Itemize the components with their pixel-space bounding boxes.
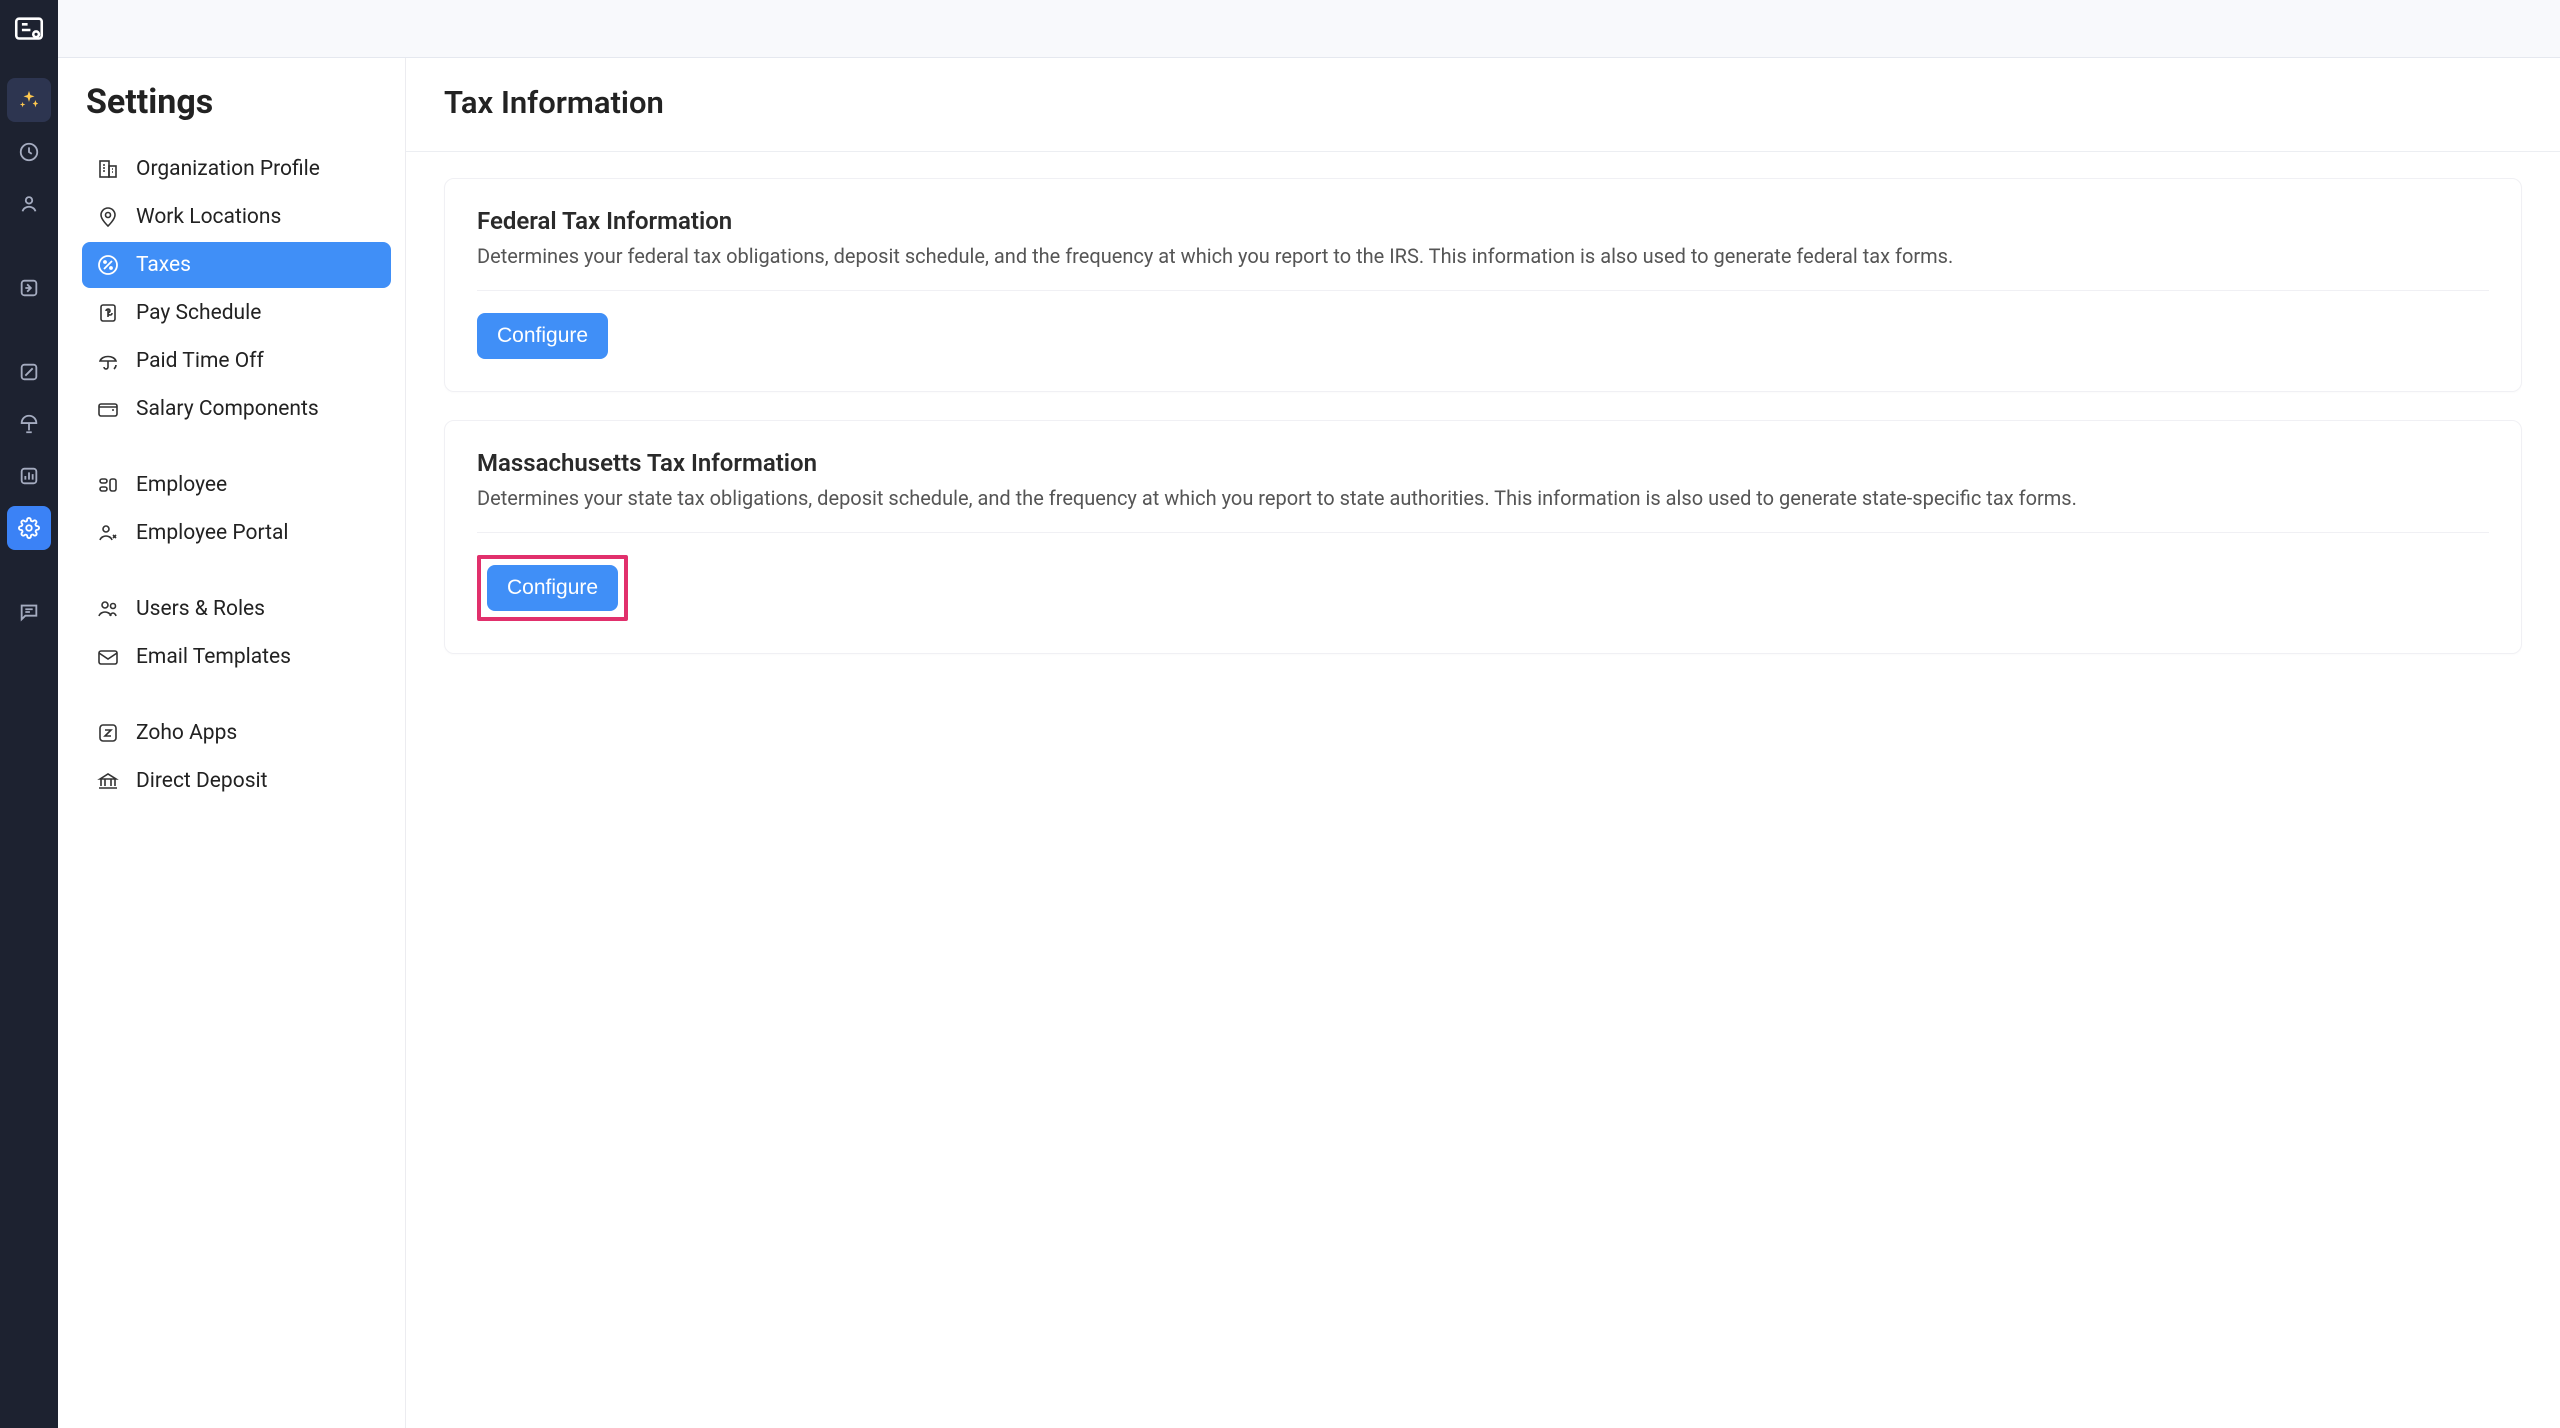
- sidebar-item-salary-components[interactable]: Salary Components: [82, 386, 391, 432]
- card-description: Determines your state tax obligations, d…: [477, 485, 2489, 533]
- sidebar-item-label: Email Templates: [136, 645, 291, 669]
- content-area: Tax Information Federal Tax Information …: [406, 58, 2560, 1428]
- highlight-annotation: Configure: [477, 555, 628, 621]
- card-description: Determines your federal tax obligations,…: [477, 243, 2489, 291]
- sidebar-item-zoho-apps[interactable]: Zoho Apps: [82, 710, 391, 756]
- top-header: [58, 0, 2560, 58]
- sidebar-item-organization-profile[interactable]: Organization Profile: [82, 146, 391, 192]
- sidebar-item-taxes[interactable]: Taxes: [82, 242, 391, 288]
- navrail-ai-icon[interactable]: [7, 78, 51, 122]
- portal-user-icon: [96, 521, 120, 545]
- page-title: Tax Information: [444, 84, 2522, 121]
- sidebar-item-label: Work Locations: [136, 205, 281, 229]
- sidebar-item-pay-schedule[interactable]: Pay Schedule: [82, 290, 391, 336]
- state-tax-card: Massachusetts Tax Information Determines…: [444, 420, 2522, 654]
- percent-icon: [96, 253, 120, 277]
- envelope-icon: [96, 645, 120, 669]
- sidebar-item-email-templates[interactable]: Email Templates: [82, 634, 391, 680]
- building-icon: [96, 157, 120, 181]
- wallet-icon: [96, 397, 120, 421]
- card-title: Federal Tax Information: [477, 207, 2489, 235]
- sidebar-item-label: Employee Portal: [136, 521, 288, 545]
- sidebar-item-direct-deposit[interactable]: Direct Deposit: [82, 758, 391, 804]
- dollar-doc-icon: [96, 301, 120, 325]
- sidebar-item-employee-portal[interactable]: Employee Portal: [82, 510, 391, 556]
- sidebar-item-label: Employee: [136, 473, 227, 497]
- configure-state-button[interactable]: Configure: [487, 565, 618, 611]
- sidebar-item-label: Taxes: [136, 253, 191, 277]
- navrail-settings-icon[interactable]: [7, 506, 51, 550]
- configure-federal-button[interactable]: Configure: [477, 313, 608, 359]
- navrail-import-icon[interactable]: [7, 266, 51, 310]
- navrail-chat-icon[interactable]: [7, 590, 51, 634]
- pin-icon: [96, 205, 120, 229]
- employee-icon: [96, 473, 120, 497]
- sidebar-item-label: Users & Roles: [136, 597, 265, 621]
- sidebar-item-label: Organization Profile: [136, 157, 320, 181]
- sidebar-item-users-roles[interactable]: Users & Roles: [82, 586, 391, 632]
- federal-tax-card: Federal Tax Information Determines your …: [444, 178, 2522, 392]
- navrail-people-icon[interactable]: [7, 182, 51, 226]
- sidebar-item-employee[interactable]: Employee: [82, 462, 391, 508]
- navrail-reports-icon[interactable]: [7, 454, 51, 498]
- settings-title: Settings: [82, 82, 391, 122]
- sidebar-item-label: Direct Deposit: [136, 769, 268, 793]
- app-logo-icon[interactable]: [9, 10, 49, 50]
- sidebar-item-work-locations[interactable]: Work Locations: [82, 194, 391, 240]
- sidebar-item-label: Pay Schedule: [136, 301, 261, 325]
- navrail-tax-icon[interactable]: [7, 350, 51, 394]
- card-title: Massachusetts Tax Information: [477, 449, 2489, 477]
- z-app-icon: [96, 721, 120, 745]
- bank-icon: [96, 769, 120, 793]
- sidebar-item-label: Paid Time Off: [136, 349, 264, 373]
- navrail-benefits-icon[interactable]: [7, 402, 51, 446]
- navrail-dashboard-icon[interactable]: [7, 130, 51, 174]
- sidebar-item-paid-time-off[interactable]: Paid Time Off: [82, 338, 391, 384]
- users-icon: [96, 597, 120, 621]
- app-navrail: [0, 0, 58, 1428]
- settings-sidebar: Settings Organization Profile Work Locat…: [58, 58, 406, 1428]
- sidebar-item-label: Zoho Apps: [136, 721, 237, 745]
- umbrella-icon: [96, 349, 120, 373]
- sidebar-item-label: Salary Components: [136, 397, 319, 421]
